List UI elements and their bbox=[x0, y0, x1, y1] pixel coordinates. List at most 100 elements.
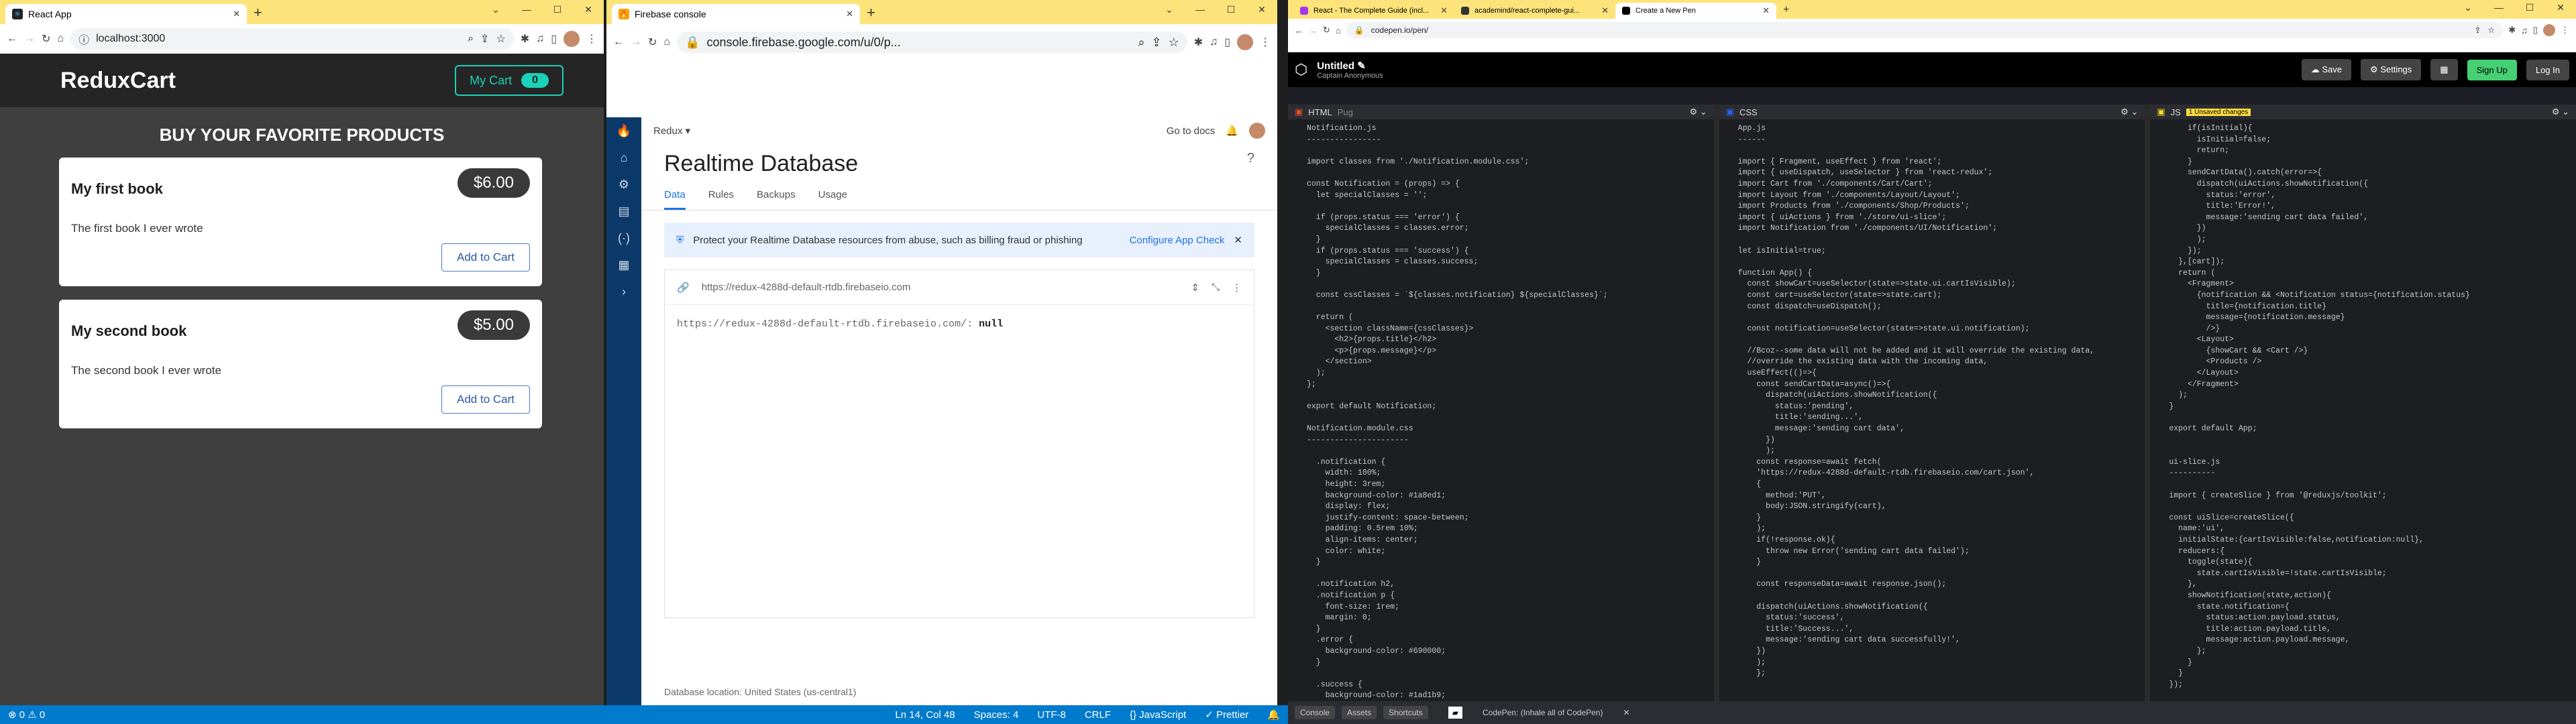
forward-icon[interactable]: → bbox=[631, 36, 641, 48]
bell-icon[interactable]: 🔔 bbox=[1226, 125, 1238, 137]
collapse-icon[interactable]: ⤡ bbox=[1212, 282, 1220, 293]
tab-github[interactable]: academind/react-complete-gui... ✕ bbox=[1454, 3, 1615, 19]
close-tab-icon[interactable]: ✕ bbox=[1601, 5, 1609, 16]
log-in-button[interactable]: Log In bbox=[2526, 59, 2569, 80]
help-icon[interactable]: ? bbox=[1247, 151, 1254, 166]
assets-button[interactable]: Assets bbox=[1342, 706, 1377, 719]
add-to-cart-button[interactable]: Add to Cart bbox=[441, 385, 530, 414]
close-icon[interactable]: ✕ bbox=[1234, 234, 1242, 246]
more-icon[interactable]: ⋮ bbox=[1232, 282, 1242, 294]
database-icon[interactable]: ▤ bbox=[606, 198, 641, 225]
zoom-icon[interactable]: ⌕ bbox=[468, 33, 474, 45]
avatar[interactable] bbox=[2543, 24, 2555, 36]
html-pane[interactable]: ▣ HTML Pug ⚙ ⌄ Notification.js -------------… bbox=[1288, 105, 1714, 701]
my-cart-button[interactable]: My Cart 0 bbox=[455, 65, 564, 96]
close-tab-icon[interactable]: ✕ bbox=[233, 9, 240, 19]
back-icon[interactable]: ← bbox=[613, 36, 624, 48]
new-tab-button[interactable]: + bbox=[860, 4, 882, 24]
share-icon[interactable]: ⇪ bbox=[2474, 25, 2481, 35]
db-root-node[interactable]: https://redux-4288d-default-rtdb.firebas… bbox=[665, 305, 1254, 343]
menu-icon[interactable]: ⋮ bbox=[2561, 25, 2569, 36]
menu-icon[interactable]: ⋮ bbox=[586, 32, 597, 46]
pencil-icon[interactable]: ✎ bbox=[1357, 60, 1366, 72]
configure-app-check-link[interactable]: Configure App Check bbox=[1130, 235, 1225, 246]
media-icon[interactable]: ♫ bbox=[536, 33, 544, 45]
expand-icon[interactable]: › bbox=[606, 278, 641, 305]
code-editor[interactable]: App.js ------ import { Fragment, useEffec… bbox=[1719, 119, 2145, 680]
css-pane[interactable]: ▣ CSS ⚙ ⌄ App.js ------ import { Fragment, … bbox=[1719, 105, 2145, 701]
menu-icon[interactable]: ⋮ bbox=[1260, 36, 1271, 49]
minimize-button[interactable]: — bbox=[511, 0, 542, 20]
close-window-button[interactable]: ✕ bbox=[573, 0, 604, 20]
db-url[interactable]: https://redux-4288d-default-rtdb.firebas… bbox=[702, 282, 911, 293]
codepen-logo-icon[interactable]: ⬡ bbox=[1295, 61, 1307, 78]
pen-title[interactable]: Untitled ✎ bbox=[1317, 60, 1383, 72]
add-to-cart-button[interactable]: Add to Cart bbox=[441, 243, 530, 272]
close-icon[interactable]: ✕ bbox=[1623, 708, 1629, 717]
language-mode[interactable]: {} JavaScript bbox=[1130, 709, 1186, 721]
gear-icon[interactable]: ⚙ ⌄ bbox=[1690, 107, 1707, 117]
encoding[interactable]: UTF-8 bbox=[1037, 709, 1066, 721]
tab-codepen[interactable]: Create a New Pen ✕ bbox=[1615, 3, 1776, 19]
media-icon[interactable]: ♫ bbox=[2521, 25, 2528, 36]
chevron-down-icon[interactable]: ⌄ bbox=[1154, 0, 1185, 20]
maximize-button[interactable]: ☐ bbox=[1216, 0, 1246, 20]
avatar[interactable] bbox=[564, 31, 580, 47]
save-button[interactable]: ☁ Save bbox=[2301, 59, 2352, 80]
go-to-docs-link[interactable]: Go to docs bbox=[1167, 125, 1216, 137]
home-icon[interactable]: ⌂ bbox=[57, 33, 64, 45]
expand-icon[interactable]: ⇕ bbox=[1191, 282, 1199, 294]
chevron-down-icon[interactable]: ⌄ bbox=[480, 0, 511, 20]
home-icon[interactable]: ⌂ bbox=[663, 36, 670, 48]
minimize-button[interactable]: — bbox=[1185, 0, 1216, 20]
close-window-button[interactable]: ✕ bbox=[2545, 0, 2576, 16]
forward-icon[interactable]: → bbox=[1309, 25, 1318, 36]
cursor-position[interactable]: Ln 14, Col 48 bbox=[895, 709, 955, 721]
close-window-button[interactable]: ✕ bbox=[1246, 0, 1277, 20]
layout-button[interactable]: ▦ bbox=[2430, 59, 2458, 80]
tab-rules[interactable]: Rules bbox=[708, 189, 734, 210]
home-icon[interactable]: ⌂ bbox=[606, 144, 641, 171]
bookmark-star-icon[interactable]: ☆ bbox=[496, 32, 505, 46]
share-icon[interactable]: ⇪ bbox=[1152, 36, 1162, 50]
problems-indicator[interactable]: ⊗ 0 ⚠ 0 bbox=[8, 709, 45, 721]
bookmark-star-icon[interactable]: ☆ bbox=[1169, 36, 1179, 50]
back-icon[interactable]: ← bbox=[7, 33, 17, 45]
tab-react-app[interactable]: ⚛ React App ✕ bbox=[5, 4, 247, 24]
maximize-button[interactable]: ☐ bbox=[2514, 0, 2545, 16]
back-icon[interactable]: ← bbox=[1295, 25, 1303, 36]
extensions-icon[interactable]: ✱ bbox=[521, 32, 529, 46]
home-icon[interactable]: ⌂ bbox=[1336, 25, 1341, 36]
functions-icon[interactable]: (·) bbox=[606, 225, 641, 251]
tab-react-course[interactable]: React - The Complete Guide (incl... ✕ bbox=[1293, 3, 1454, 19]
share-icon[interactable]: ⇪ bbox=[480, 32, 489, 46]
gear-icon[interactable]: ⚙ ⌄ bbox=[2552, 107, 2569, 117]
code-editor[interactable]: if(isInitial){ isInitial=false; return; … bbox=[2150, 119, 2576, 690]
zoom-icon[interactable]: ⌕ bbox=[1138, 36, 1144, 50]
media-icon[interactable]: ♫ bbox=[1210, 36, 1218, 48]
avatar[interactable] bbox=[1237, 34, 1253, 50]
line-ending[interactable]: CRLF bbox=[1085, 709, 1111, 721]
sign-up-button[interactable]: Sign Up bbox=[2467, 59, 2517, 80]
console-button[interactable]: Console bbox=[1295, 706, 1336, 719]
minimize-button[interactable]: — bbox=[2483, 0, 2514, 16]
reload-icon[interactable]: ↻ bbox=[1323, 25, 1330, 36]
new-tab-button[interactable]: + bbox=[247, 4, 269, 24]
gear-icon[interactable]: ⚙ ⌄ bbox=[2121, 107, 2138, 117]
extensions-icon[interactable]: ✱ bbox=[2508, 25, 2516, 36]
sidebar-icon[interactable]: ▯ bbox=[1224, 36, 1230, 49]
tab-usage[interactable]: Usage bbox=[818, 189, 847, 210]
bell-icon[interactable]: 🔔 bbox=[1267, 709, 1280, 721]
tab-backups[interactable]: Backups bbox=[757, 189, 796, 210]
grid-icon[interactable]: ▦ bbox=[606, 251, 641, 278]
bookmark-star-icon[interactable]: ☆ bbox=[2487, 25, 2495, 35]
reload-icon[interactable]: ↻ bbox=[648, 36, 657, 49]
sidebar-icon[interactable]: ▯ bbox=[2533, 25, 2538, 36]
address-bar[interactable]: 🔒 console.firebase.google.com/u/0/p... ⌕… bbox=[677, 32, 1187, 53]
address-bar[interactable]: ⓘ localhost:3000 ⌕ ⇪ ☆ bbox=[70, 28, 514, 50]
chevron-down-icon[interactable]: ⌄ bbox=[2453, 0, 2483, 16]
tab-firebase-console[interactable]: 🔥 Firebase console ✕ bbox=[612, 4, 860, 24]
shortcuts-button[interactable]: Shortcuts bbox=[1383, 706, 1428, 719]
prettier-status[interactable]: ✓ Prettier bbox=[1205, 709, 1248, 721]
js-pane[interactable]: ▣ JS 1 Unsaved changes ⚙ ⌄ if(isInitial){ i… bbox=[2150, 105, 2576, 701]
